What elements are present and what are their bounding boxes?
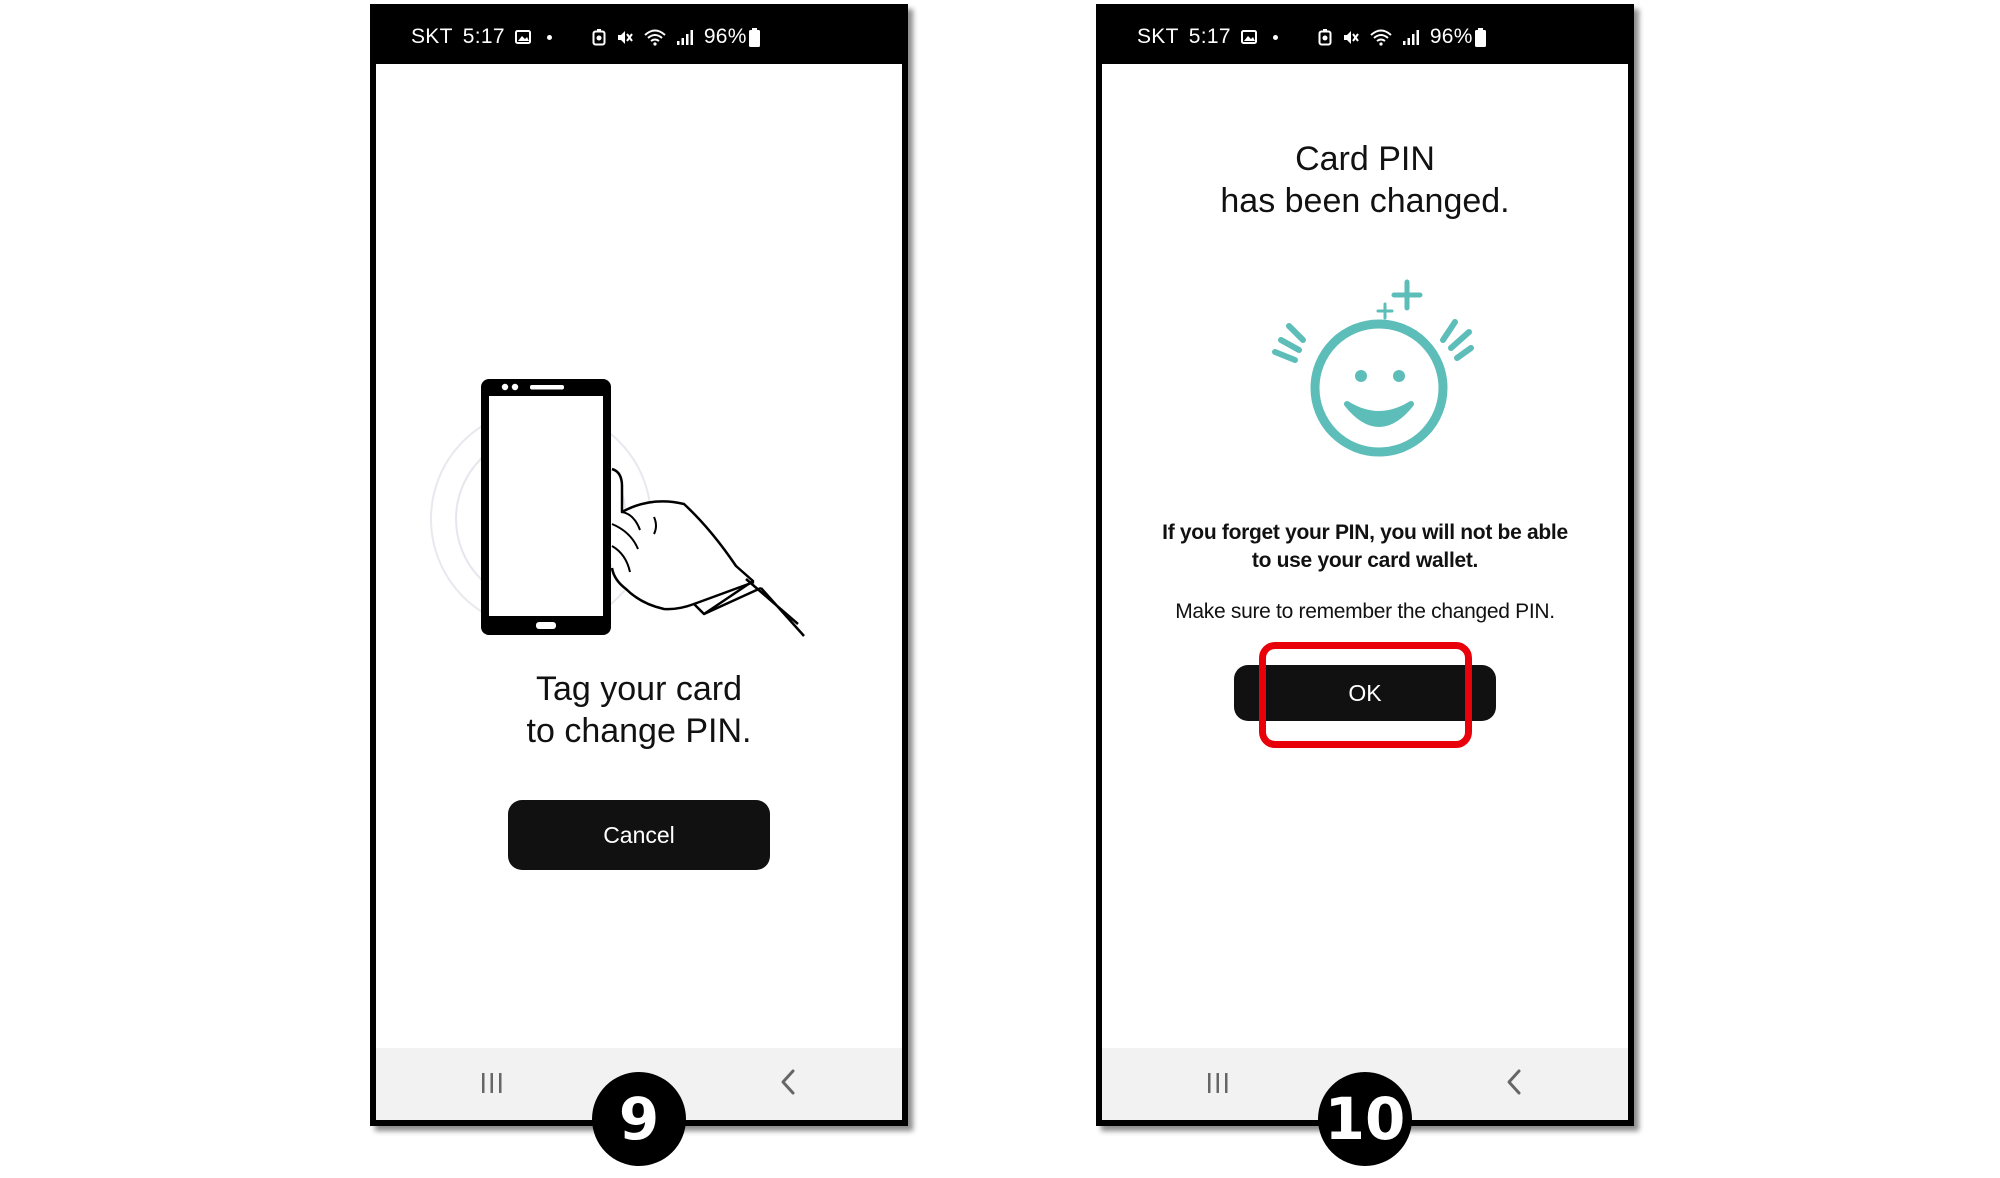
- battery-icon: [1474, 27, 1486, 47]
- title-line-1: Card PIN: [1295, 140, 1435, 178]
- time-label: 5:17: [462, 25, 505, 48]
- warning-line-2: to use your card wallet.: [1251, 549, 1479, 572]
- carrier-label: SKT: [411, 25, 453, 48]
- back-icon[interactable]: [1504, 1068, 1524, 1096]
- dot-icon: [546, 34, 552, 40]
- carrier-label: SKT: [1137, 25, 1179, 48]
- gallery-icon: [1240, 30, 1257, 44]
- highlight-box: [1259, 642, 1472, 748]
- remember-pin-note: Make sure to remember the changed PIN.: [1175, 600, 1555, 623]
- mute-icon: [616, 29, 634, 46]
- signal-icon: [676, 29, 694, 46]
- signal-icon: [1402, 29, 1420, 46]
- recents-icon[interactable]: [480, 1070, 504, 1096]
- step-number-badge-10: 10: [1318, 1072, 1412, 1166]
- forget-pin-warning: If you forget your PIN, you will not be …: [1102, 519, 1628, 575]
- phone-screen-step-9: SKT 5:17 96% Tag your card to change PIN…: [370, 4, 908, 1126]
- dot-icon: [1272, 34, 1278, 40]
- battery-label: 96%: [703, 25, 747, 48]
- phone-screen-step-10: SKT 5:17 96% Card PIN has been changed.: [1096, 4, 1634, 1126]
- warning-line-1: If you forget your PIN, you will not be …: [1162, 521, 1568, 544]
- status-bar: SKT 5:17 96%: [1102, 10, 1628, 64]
- wifi-icon: [644, 29, 666, 46]
- tag-card-illustration: [430, 379, 805, 637]
- screen-content: Card PIN has been changed. If you forget…: [1102, 64, 1628, 1120]
- wifi-icon: [1370, 29, 1392, 46]
- battery-icon: [748, 27, 760, 47]
- phone-illustration-screen: [489, 396, 603, 616]
- pin-changed-title: Card PIN has been changed.: [1102, 138, 1628, 222]
- back-icon[interactable]: [778, 1068, 798, 1096]
- recents-icon[interactable]: [1206, 1070, 1230, 1096]
- status-bar: SKT 5:17 96%: [376, 10, 902, 64]
- screen-content: Tag your card to change PIN. Cancel: [376, 64, 902, 1120]
- time-label: 5:17: [1188, 25, 1231, 48]
- step-number-badge-9: 9: [592, 1072, 686, 1166]
- cancel-button[interactable]: Cancel: [508, 800, 770, 870]
- title-line-2: has been changed.: [1220, 182, 1510, 220]
- battery-saver-icon: [1318, 28, 1332, 46]
- smiling-face-icon: [1272, 279, 1474, 457]
- message-line-1: Tag your card: [536, 670, 742, 708]
- battery-saver-icon: [592, 28, 606, 46]
- battery-label: 96%: [1429, 25, 1473, 48]
- tag-card-message: Tag your card to change PIN.: [376, 668, 902, 752]
- gallery-icon: [514, 30, 531, 44]
- mute-icon: [1342, 29, 1360, 46]
- message-line-2: to change PIN.: [526, 712, 752, 750]
